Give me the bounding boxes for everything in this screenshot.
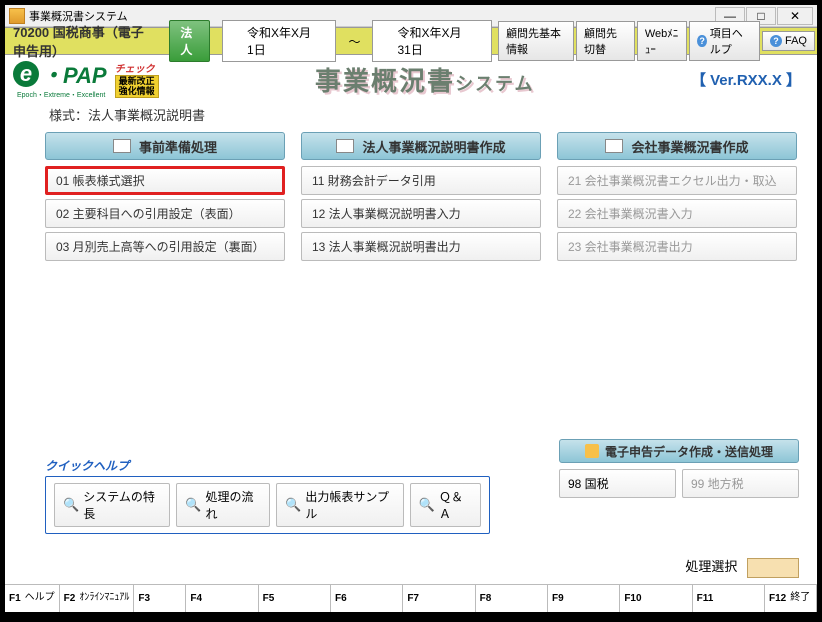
qh-flow-button[interactable]: 🔍処理の流れ — [176, 483, 270, 527]
qh-qa-button[interactable]: 🔍Ｑ＆Ａ — [410, 483, 481, 527]
logo-bar: e ・PAP Epoch・Extreme・Excellent チェック 最新改正… — [5, 55, 817, 99]
hojin-panel: 法人事業概況説明書作成 11 財務会計データ引用 12 法人事業概況説明書入力 … — [301, 132, 541, 439]
qh-features-button[interactable]: 🔍システムの特長 — [54, 483, 170, 527]
hojin-item-list: 11 財務会計データ引用 12 法人事業概況説明書入力 13 法人事業概況説明書… — [301, 166, 541, 261]
menu-21-excel: 21 会社事業概況書エクセル出力・取込 — [557, 166, 797, 195]
app-window: 事業概況書システム — □ ✕ 70200 国税商事（電子申告用） 法人 令和X… — [5, 5, 817, 612]
menu-02-main-items[interactable]: 02 主要科目への引用設定（表面） — [45, 199, 285, 228]
f4-cell[interactable]: F4 — [186, 585, 258, 612]
main-title-a: 事業概況書 — [315, 66, 455, 96]
process-select-row: 処理選択 — [5, 538, 817, 584]
check-label: チェック — [115, 60, 159, 75]
process-select-input[interactable] — [747, 558, 799, 578]
period-separator: ～ — [348, 33, 360, 50]
logo-e-icon: e — [13, 61, 39, 87]
bottom-area: 電子申告データ作成・送信処理 98 国税 99 地方税 クイックヘルプ 🔍システ… — [5, 439, 817, 538]
process-select-label: 処理選択 — [685, 559, 737, 574]
efile-row: 98 国税 99 地方税 — [559, 469, 799, 498]
qh-b4-label: Ｑ＆Ａ — [439, 488, 472, 522]
menu-12-input[interactable]: 12 法人事業概況説明書入力 — [301, 199, 541, 228]
quickhelp-fieldset: 🔍システムの特長 🔍処理の流れ 🔍出力帳表サンプル 🔍Ｑ＆Ａ — [45, 476, 490, 534]
f6-cell[interactable]: F6 — [331, 585, 403, 612]
faq-icon: ? — [770, 35, 782, 47]
search-icon: 🔍 — [63, 497, 79, 513]
qh-b2-label: 処理の流れ — [205, 488, 261, 522]
f12-label: 終了 — [790, 593, 810, 604]
main-title-b: システム — [455, 74, 534, 94]
qh-b3-label: 出力帳表サンプル — [305, 488, 394, 522]
qh-b1-label: システムの特長 — [83, 488, 161, 522]
qh-sample-button[interactable]: 🔍出力帳表サンプル — [276, 483, 404, 527]
version-label: 【 Ver.RXX.X 】 — [691, 69, 801, 90]
f12-cell[interactable]: F12終了 — [765, 585, 817, 612]
close-button[interactable]: ✕ — [777, 7, 813, 25]
menu-22-input: 22 会社事業概況書入力 — [557, 199, 797, 228]
f11-cell[interactable]: F11 — [693, 585, 765, 612]
info-bar: 70200 国税商事（電子申告用） 法人 令和X年X月1日 ～ 令和X年X月31… — [5, 27, 817, 55]
efile-panel: 電子申告データ作成・送信処理 98 国税 99 地方税 — [559, 439, 799, 498]
kaisha-panel-header: 会社事業概況書作成 — [557, 132, 797, 160]
kaisha-panel: 会社事業概況書作成 21 会社事業概況書エクセル出力・取込 22 会社事業概況書… — [557, 132, 797, 439]
search-icon: 🔍 — [419, 497, 435, 513]
menu-23-output: 23 会社事業概況書出力 — [557, 232, 797, 261]
prep-panel-icon — [113, 139, 131, 153]
menu-13-output[interactable]: 13 法人事業概況説明書出力 — [301, 232, 541, 261]
faq-button[interactable]: ?FAQ — [762, 31, 815, 51]
menu-01-form-select[interactable]: 01 帳表様式選択 — [45, 166, 285, 195]
prep-item-list: 01 帳表様式選択 02 主要科目への引用設定（表面） 03 月別売上高等への引… — [45, 166, 285, 261]
check-badge[interactable]: チェック 最新改正 強化情報 — [115, 60, 159, 99]
efile-icon — [585, 444, 599, 458]
faq-label: FAQ — [785, 35, 807, 47]
menu-11-import[interactable]: 11 財務会計データ引用 — [301, 166, 541, 195]
menu-03-monthly-sales[interactable]: 03 月別売上高等への引用設定（裏面） — [45, 232, 285, 261]
f2-label: ｵﾝﾗｲﾝﾏﾆｭｱﾙ — [79, 593, 129, 604]
f7-cell[interactable]: F7 — [403, 585, 475, 612]
logo-block: e ・PAP Epoch・Extreme・Excellent — [13, 58, 107, 100]
check-box: 最新改正 強化情報 — [115, 75, 159, 99]
f5-cell[interactable]: F5 — [259, 585, 331, 612]
panels-row: 事前準備処理 01 帳表様式選択 02 主要科目への引用設定（表面） 03 月別… — [5, 128, 817, 439]
hojin-panel-title: 法人事業概況説明書作成 — [362, 137, 505, 156]
function-key-bar: F1ヘルプ F2ｵﾝﾗｲﾝﾏﾆｭｱﾙ F3 F4 F5 F6 F7 F8 F9 … — [5, 584, 817, 612]
f3-cell[interactable]: F3 — [134, 585, 186, 612]
kaisha-panel-title: 会社事業概況書作成 — [631, 137, 748, 156]
efile-kokuzei-button[interactable]: 98 国税 — [559, 469, 676, 498]
kaisha-panel-icon — [605, 139, 623, 153]
kaisha-item-list: 21 会社事業概況書エクセル出力・取込 22 会社事業概況書入力 23 会社事業… — [557, 166, 797, 261]
f9-cell[interactable]: F9 — [548, 585, 620, 612]
check-line2: 強化情報 — [119, 87, 155, 97]
search-icon: 🔍 — [185, 497, 201, 513]
main-title: 事業概況書システム — [159, 61, 691, 98]
efile-chihou-button: 99 地方税 — [682, 469, 799, 498]
item-help-label: 項目ヘルプ — [710, 25, 752, 57]
f1-label: ヘルプ — [25, 593, 55, 604]
prep-panel-header: 事前準備処理 — [45, 132, 285, 160]
f8-cell[interactable]: F8 — [476, 585, 548, 612]
prep-panel-title: 事前準備処理 — [139, 137, 217, 156]
epap-logo: e ・PAP — [13, 58, 107, 90]
search-icon: 🔍 — [285, 497, 301, 513]
prep-panel: 事前準備処理 01 帳表様式選択 02 主要科目への引用設定（表面） 03 月別… — [45, 132, 285, 439]
hojin-panel-icon — [336, 139, 354, 153]
efile-header: 電子申告データ作成・送信処理 — [559, 439, 799, 463]
efile-title: 電子申告データ作成・送信処理 — [605, 443, 773, 460]
help-icon: ? — [697, 35, 706, 47]
format-line: 様式：法人事業概況説明書 — [5, 99, 817, 128]
f1-cell[interactable]: F1ヘルプ — [5, 585, 60, 612]
logo-text: ・PAP — [41, 58, 107, 90]
hojin-panel-header: 法人事業概況説明書作成 — [301, 132, 541, 160]
f10-cell[interactable]: F10 — [620, 585, 692, 612]
f2-cell[interactable]: F2ｵﾝﾗｲﾝﾏﾆｭｱﾙ — [60, 585, 135, 612]
